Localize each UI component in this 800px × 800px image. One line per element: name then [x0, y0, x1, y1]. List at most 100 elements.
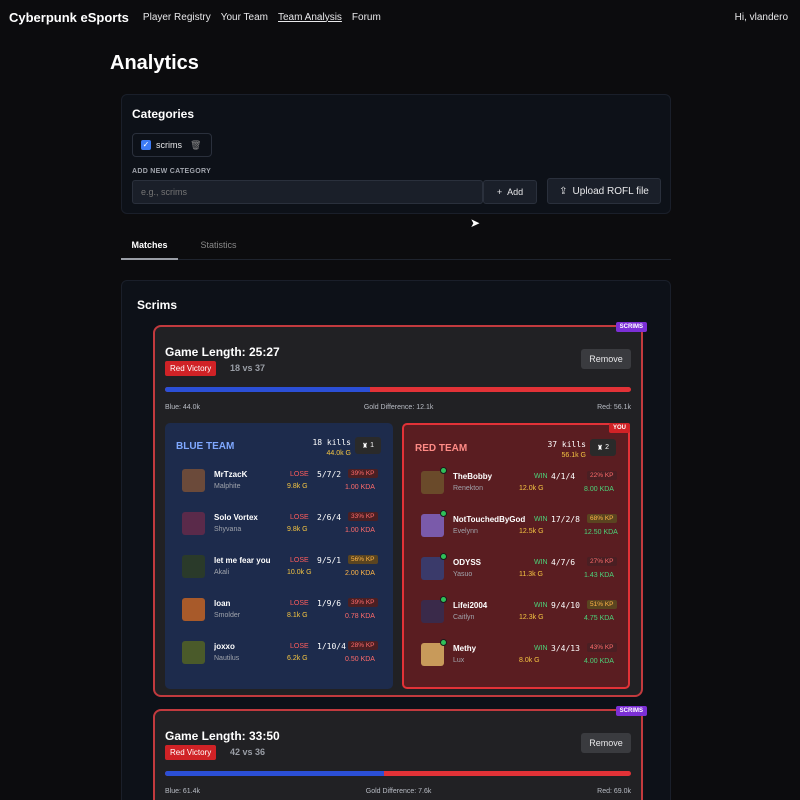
team-kills-value: 37 kills — [547, 440, 586, 449]
online-indicator — [440, 510, 447, 517]
match-score: 18 vs 37 — [230, 363, 266, 373]
kill-participation-badge: 39% KP — [348, 598, 378, 607]
player-name: loan — [214, 599, 231, 608]
player-row[interactable]: Solo Vortex Shyvana LOSE 2/6/4 9.8k G 33% KP 1… — [165, 506, 393, 542]
nav-your-team[interactable]: Your Team — [221, 12, 268, 23]
nav-player-registry[interactable]: Player Registry — [143, 12, 211, 23]
player-name: Lifei2004 — [453, 601, 488, 610]
trash-icon[interactable]: 🗑 — [190, 140, 201, 151]
red-team-panel: YOU RED TEAM 37 kills 56.1k G ♜ 2 TheBob… — [402, 423, 630, 689]
nav-team-analysis[interactable]: Team Analysis — [278, 12, 342, 23]
champion-name: Smolder — [214, 612, 241, 619]
kda-ratio: 4.75 KDA — [584, 615, 614, 622]
blue-team-panel: BLUE TEAM 18 kills 44.0k G ♜ 1 MrTzacK Ma… — [165, 423, 393, 689]
add-button[interactable]: + Add — [483, 180, 537, 204]
champion-name: Lux — [453, 657, 465, 664]
champion-name: Malphite — [214, 483, 241, 490]
kill-participation-badge: 43% KP — [587, 643, 617, 652]
gold-difference: Gold Difference: 12.1k — [363, 404, 434, 411]
categories-card: Categories ✓ scrims 🗑 ADD NEW CATEGORY +… — [121, 94, 671, 214]
remove-button[interactable]: Remove — [581, 349, 631, 369]
team-kills: 18 kills 44.0k G — [312, 437, 351, 459]
scrims-title: Scrims — [137, 298, 178, 312]
player-row[interactable]: joxxo Nautilus LOSE 1/10/4 6.2k G 28% KP 0.50 … — [165, 635, 393, 671]
player-row[interactable]: NotTouchedByGod Evelynn WIN 17/2/8 12.5k G 68… — [404, 508, 628, 544]
kill-participation-badge: 56% KP — [348, 555, 378, 564]
player-row[interactable]: MrTzacK Malphite LOSE 5/7/2 9.8k G 39% KP 1.00… — [165, 463, 393, 499]
champion-avatar — [421, 600, 444, 623]
upload-rofl-button[interactable]: ⇪ Upload ROFL file — [547, 178, 661, 204]
scrims-tag: SCRIMS — [615, 706, 647, 716]
kill-participation-badge: 28% KP — [348, 641, 378, 650]
kill-participation-badge: 51% KP — [587, 600, 617, 609]
brand-logo[interactable]: Cyberpunk eSports — [9, 10, 129, 25]
player-name: TheBobby — [453, 472, 493, 481]
player-row[interactable]: TheBobby Renekton WIN 4/1/4 12.0k G 22% KP 8.0… — [404, 465, 628, 501]
mouse-cursor: ➤ — [470, 216, 481, 230]
kda-ratio: 0.78 KDA — [345, 613, 375, 620]
tower-icon: ♜ — [596, 444, 604, 452]
player-gold: 8.0k G — [519, 657, 540, 664]
kda-ratio: 1.43 KDA — [584, 572, 614, 579]
player-name: let me fear you — [214, 556, 271, 565]
player-row[interactable]: Methy Lux WIN 3/4/13 8.0k G 43% KP 4.00 KDA — [404, 637, 628, 673]
nav-forum[interactable]: Forum — [352, 12, 381, 23]
champion-name: Shyvana — [214, 526, 242, 533]
user-greeting[interactable]: Hi, vlandero — [735, 12, 788, 23]
online-indicator — [440, 467, 447, 474]
player-gold: 6.2k G — [287, 655, 308, 662]
player-name: ODYSS — [453, 558, 482, 567]
result-label: WIN — [534, 559, 548, 566]
player-gold: 12.3k G — [519, 614, 544, 621]
player-gold: 8.1k G — [287, 612, 308, 619]
blue-gold: Blue: 61.4k — [165, 788, 201, 795]
player-row[interactable]: ODYSS Yasuo WIN 4/7/6 11.3k G 27% KP 1.43 KDA — [404, 551, 628, 587]
player-gold: 11.3k G — [519, 571, 543, 578]
match-card: SCRIMS Game Length: 25:27 Red Victory 18… — [153, 322, 647, 697]
team-gold: 56.1k G — [561, 452, 586, 459]
kda-score: 1/9/6 — [317, 599, 342, 608]
champion-name: Nautilus — [214, 655, 240, 662]
player-row[interactable]: Lifei2004 Caitlyn WIN 9/4/10 12.3k G 51% KP 4.… — [404, 594, 628, 630]
player-row[interactable]: let me fear you Akali LOSE 9/5/1 10.0k G 56% … — [165, 549, 393, 585]
gold-row: Blue: 44.0k Gold Difference: 12.1k Red: … — [165, 404, 631, 411]
result-badge: Red Victory — [165, 745, 217, 760]
kill-participation-badge: 39% KP — [348, 469, 378, 478]
champion-name: Evelynn — [453, 528, 478, 535]
kda-ratio: 2.00 KDA — [345, 570, 375, 577]
team-kills: 37 kills 56.1k G — [547, 439, 586, 461]
red-gold: Red: 56.1k — [597, 404, 631, 411]
game-length: Game Length: 33:50 — [165, 729, 280, 743]
gold-bar — [165, 771, 631, 776]
tab-statistics[interactable]: Statistics — [191, 236, 246, 260]
remove-button[interactable]: Remove — [581, 733, 631, 753]
kda-score: 2/6/4 — [317, 513, 342, 522]
kda-score: 1/10/4 — [317, 642, 346, 651]
player-name: Solo Vortex — [214, 513, 258, 522]
page-title: Analytics — [110, 52, 199, 74]
tower-count: 1 — [370, 442, 375, 449]
player-name: NotTouchedByGod — [453, 515, 526, 524]
kda-score: 3/4/13 — [551, 644, 580, 653]
team-name: BLUE TEAM — [176, 441, 235, 452]
categories-title: Categories — [132, 107, 195, 121]
upload-icon: ⇪ — [559, 185, 568, 197]
category-chip[interactable]: ✓ scrims 🗑 — [132, 133, 212, 157]
match-score: 42 vs 36 — [230, 747, 266, 757]
player-gold: 12.0k G — [519, 485, 544, 492]
checkbox-icon[interactable]: ✓ — [141, 140, 151, 150]
player-gold: 9.8k G — [287, 483, 308, 490]
champion-avatar — [182, 598, 205, 621]
kill-participation-badge: 68% KP — [587, 514, 617, 523]
category-input[interactable] — [132, 180, 483, 204]
online-indicator — [440, 596, 447, 603]
player-name: MrTzacK — [214, 470, 248, 479]
upload-button-label: Upload ROFL file — [572, 185, 649, 197]
tab-matches[interactable]: Matches — [121, 236, 178, 260]
player-row[interactable]: loan Smolder LOSE 1/9/6 8.1k G 39% KP 0.78 KDA — [165, 592, 393, 628]
you-tag: YOU — [608, 423, 630, 433]
scrims-tag: SCRIMS — [615, 322, 647, 332]
kill-participation-badge: 22% KP — [587, 471, 617, 480]
match-card: SCRIMS Game Length: 33:50 Red Victory 42… — [153, 706, 647, 800]
champion-name: Akali — [214, 569, 230, 576]
